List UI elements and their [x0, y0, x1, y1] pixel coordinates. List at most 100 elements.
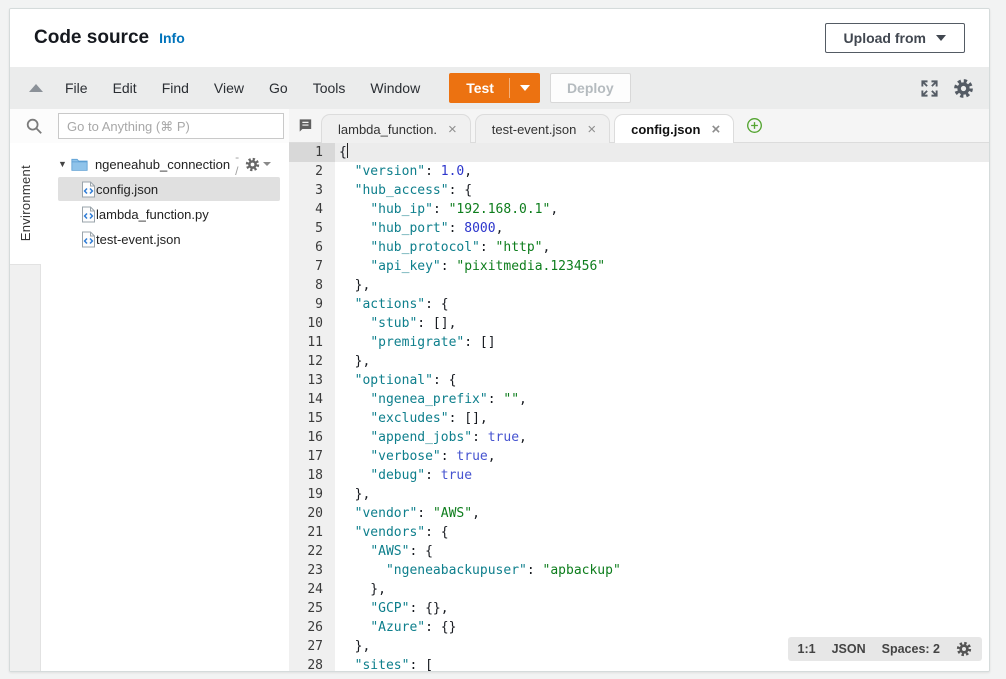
fullscreen-icon[interactable] [920, 79, 939, 98]
line-number: 19 [289, 485, 335, 504]
code-line-15[interactable]: "excludes": [], [335, 409, 989, 428]
code-line-20[interactable]: "vendor": "AWS", [335, 504, 989, 523]
close-icon[interactable]: × [447, 122, 458, 137]
menu-item-tools[interactable]: Tools [308, 76, 351, 100]
menu-item-edit[interactable]: Edit [108, 76, 142, 100]
tree-file-config.json[interactable]: config.json [58, 177, 280, 201]
code-editor: lambda_function.×test-event.json×config.… [289, 109, 989, 671]
folder-path-suffix: - / [235, 150, 245, 178]
code-area[interactable]: 1234567891011121314151617181920212223242… [289, 143, 989, 671]
code-file-icon [81, 181, 96, 198]
code-line-8[interactable]: }, [335, 276, 989, 295]
code-line-2[interactable]: "version": 1.0, [335, 162, 989, 181]
file-name: config.json [96, 182, 158, 197]
indentation-setting[interactable]: Spaces: 2 [882, 642, 940, 656]
tab-list-icon[interactable] [297, 118, 313, 133]
line-number: 1 [289, 143, 335, 162]
menu-item-view[interactable]: View [209, 76, 249, 100]
code-line-14[interactable]: "ngenea_prefix": "", [335, 390, 989, 409]
line-number: 10 [289, 314, 335, 333]
line-number: 11 [289, 333, 335, 352]
line-number: 2 [289, 162, 335, 181]
test-dropdown[interactable] [510, 73, 540, 103]
menu-item-find[interactable]: Find [157, 76, 194, 100]
code-line-23[interactable]: "ngeneabackupuser": "apbackup" [335, 561, 989, 580]
statusbar-gear-icon[interactable] [956, 641, 972, 657]
tabs: lambda_function.×test-event.json×config.… [321, 113, 738, 142]
test-button[interactable]: Test [449, 73, 540, 103]
chevron-down-icon [520, 85, 530, 91]
deploy-button[interactable]: Deploy [550, 73, 631, 103]
tree-file-test-event.json[interactable]: test-event.json [58, 227, 280, 251]
code-line-6[interactable]: "hub_protocol": "http", [335, 238, 989, 257]
collapse-panel-icon[interactable] [29, 84, 43, 92]
tree-file-lambda_function.py[interactable]: lambda_function.py [58, 202, 280, 226]
code-line-18[interactable]: "debug": true [335, 466, 989, 485]
line-number: 14 [289, 390, 335, 409]
code-line-11[interactable]: "premigrate": [] [335, 333, 989, 352]
code-line-13[interactable]: "optional": { [335, 371, 989, 390]
chevron-expanded-icon[interactable]: ▼ [58, 159, 71, 169]
menu-item-window[interactable]: Window [365, 76, 425, 100]
tree-settings-gear-icon[interactable] [245, 157, 271, 172]
code-line-10[interactable]: "stub": [], [335, 314, 989, 333]
info-link[interactable]: Info [159, 30, 185, 46]
tab-label: config.json [631, 122, 700, 137]
file-explorer-panel: Environment ▼ ngeneahub_connection [10, 109, 289, 671]
code-line-1[interactable]: { [335, 143, 989, 162]
environment-strip: Environment [10, 143, 41, 671]
line-number: 15 [289, 409, 335, 428]
menu-item-file[interactable]: File [60, 76, 93, 100]
upload-from-button[interactable]: Upload from [825, 23, 965, 53]
code-line-17[interactable]: "verbose": true, [335, 447, 989, 466]
line-number: 13 [289, 371, 335, 390]
editor-menubar: File Edit Find View Go Tools Window Test Deplo… [10, 67, 989, 109]
menu-items: File Edit Find View Go Tools Window [60, 76, 425, 100]
line-number: 24 [289, 580, 335, 599]
editor-tab-config.json[interactable]: config.json × [614, 114, 734, 143]
tab-environment[interactable]: Environment [10, 143, 41, 265]
editor-tab-test-event.json[interactable]: test-event.json × [475, 114, 610, 143]
cursor-position[interactable]: 1:1 [798, 642, 816, 656]
line-number: 26 [289, 618, 335, 637]
code-line-21[interactable]: "vendors": { [335, 523, 989, 542]
search-icon[interactable] [10, 117, 58, 135]
tree-file-list: config.json lambda_function.py test-even… [41, 177, 289, 251]
language-mode[interactable]: JSON [832, 642, 866, 656]
code-line-4[interactable]: "hub_ip": "192.168.0.1", [335, 200, 989, 219]
code-line-5[interactable]: "hub_port": 8000, [335, 219, 989, 238]
editor-tab-lambda_function[interactable]: lambda_function. × [321, 114, 471, 143]
code-line-7[interactable]: "api_key": "pixitmedia.123456" [335, 257, 989, 276]
file-tree: ▼ ngeneahub_connection - / [41, 143, 289, 671]
code-lines[interactable]: { "version": 1.0, "hub_access": { "hub_i… [335, 143, 989, 671]
tab-label: test-event.json [492, 122, 577, 137]
code-line-24[interactable]: }, [335, 580, 989, 599]
code-line-26[interactable]: "Azure": {} [335, 618, 989, 637]
code-line-3[interactable]: "hub_access": { [335, 181, 989, 200]
close-icon[interactable]: × [586, 122, 597, 137]
code-source-panel: Code source Info Upload from FileEditFin… [9, 8, 990, 672]
line-number: 25 [289, 599, 335, 618]
code-line-22[interactable]: "AWS": { [335, 542, 989, 561]
editor-tabbar: lambda_function.×test-event.json×config.… [289, 109, 989, 143]
menu-item-go[interactable]: Go [264, 76, 293, 100]
line-number: 28 [289, 656, 335, 672]
tab-label: lambda_function. [338, 122, 437, 137]
new-tab-icon[interactable] [746, 117, 763, 134]
line-number: 6 [289, 238, 335, 257]
code-line-19[interactable]: }, [335, 485, 989, 504]
close-icon[interactable]: × [710, 122, 721, 137]
code-line-16[interactable]: "append_jobs": true, [335, 428, 989, 447]
folder-icon [71, 157, 88, 171]
go-to-anything-input[interactable] [58, 113, 284, 139]
code-line-9[interactable]: "actions": { [335, 295, 989, 314]
line-number: 18 [289, 466, 335, 485]
line-number: 27 [289, 637, 335, 656]
code-line-12[interactable]: }, [335, 352, 989, 371]
code-file-icon [81, 231, 96, 248]
file-name: test-event.json [96, 232, 181, 247]
line-number: 17 [289, 447, 335, 466]
settings-gear-icon[interactable] [953, 78, 974, 99]
code-line-25[interactable]: "GCP": {}, [335, 599, 989, 618]
tree-folder-row[interactable]: ▼ ngeneahub_connection - / [41, 152, 289, 176]
